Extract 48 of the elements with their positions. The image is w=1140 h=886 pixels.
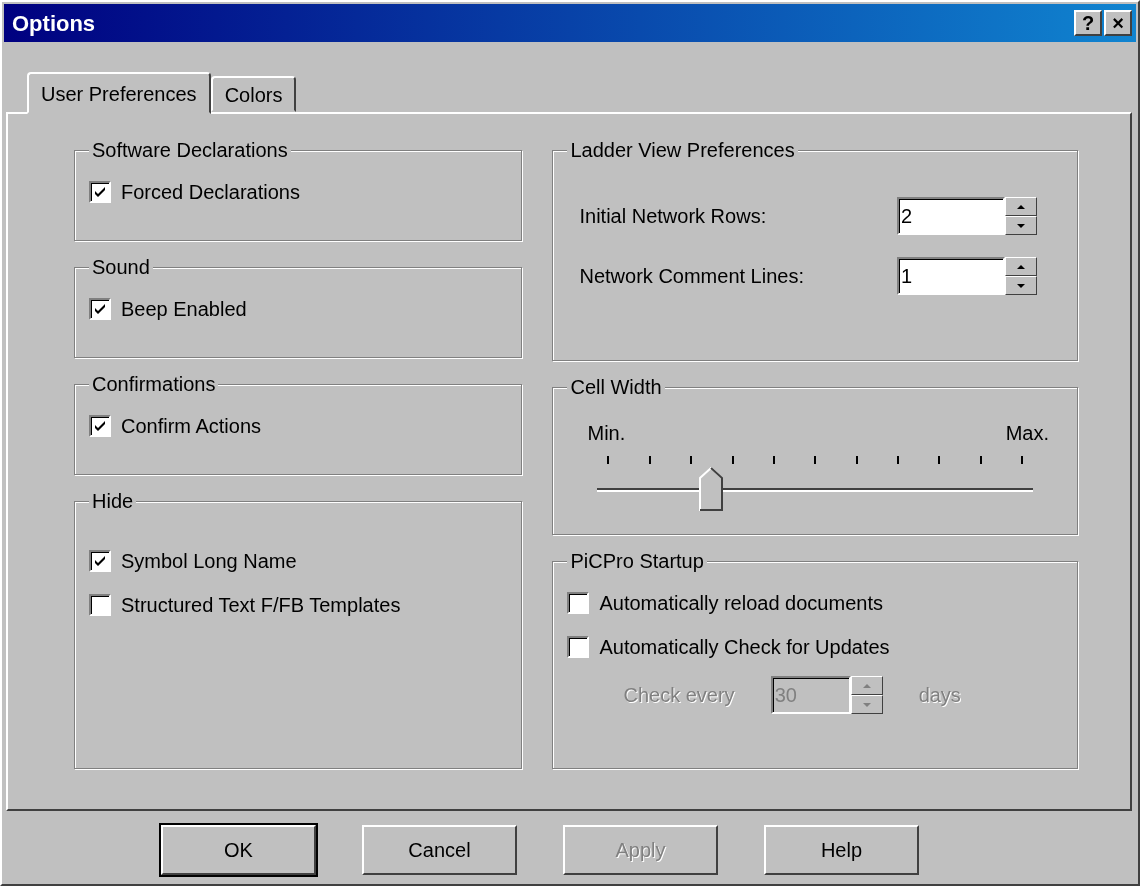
check-icon [93,185,107,199]
checkbox[interactable] [567,592,590,614]
spin-up-button[interactable] [850,676,883,695]
window-title: Options [12,9,97,38]
field-label: Initial Network Rows: [579,204,767,229]
field-label: Check every [623,683,735,708]
check-icon [93,419,107,433]
unit-label: days [918,683,961,708]
checkbox-label: Forced Declarations [121,180,300,205]
checkbox[interactable] [89,181,111,203]
caret-down-icon [1017,223,1025,228]
help-button[interactable]: ? [1074,10,1102,36]
check-icon [93,302,107,316]
checkbox-label: Symbol Long Name [121,549,297,574]
checkbox-label: Confirm Actions [121,414,262,439]
tab[interactable]: User Preferences [27,72,211,114]
number-field[interactable]: 2 [897,197,1005,235]
checkbox-label: Automatically reload documents [599,591,883,616]
field-label: Network Comment Lines: [579,264,804,289]
checkbox-label: Structured Text F/FB Templates [121,593,401,618]
checkbox-label: Beep Enabled [121,297,247,322]
spin-up-button[interactable] [1005,197,1037,216]
dialog-button[interactable]: Help [764,825,919,875]
close-button[interactable]: × [1104,10,1132,36]
check-icon [93,554,107,568]
tab[interactable]: Colors [210,76,297,112]
checkbox-label: Automatically Check for Updates [599,635,890,660]
spin-down-button[interactable] [850,695,883,714]
max-label: Max. [1005,421,1049,446]
checkbox[interactable] [89,298,111,320]
caret-down-icon [862,702,871,707]
dialog-button[interactable]: Cancel [362,825,517,875]
slider-thumb[interactable] [698,467,723,511]
checkbox[interactable] [567,636,590,658]
checkbox[interactable] [89,594,111,616]
slider-track[interactable] [597,466,1033,512]
caret-up-icon [1017,204,1025,209]
spin-down-button[interactable] [1005,276,1037,295]
caret-up-icon [862,683,871,688]
caret-up-icon [1017,264,1025,269]
spin-up-button[interactable] [1005,257,1037,276]
spin-down-button[interactable] [1005,216,1037,235]
checkbox[interactable] [89,415,111,437]
number-field[interactable]: 1 [897,257,1005,295]
dialog-button[interactable]: OK [161,825,316,875]
checkbox[interactable] [89,550,111,572]
caret-down-icon [1017,283,1025,288]
min-label: Min. [587,421,626,446]
